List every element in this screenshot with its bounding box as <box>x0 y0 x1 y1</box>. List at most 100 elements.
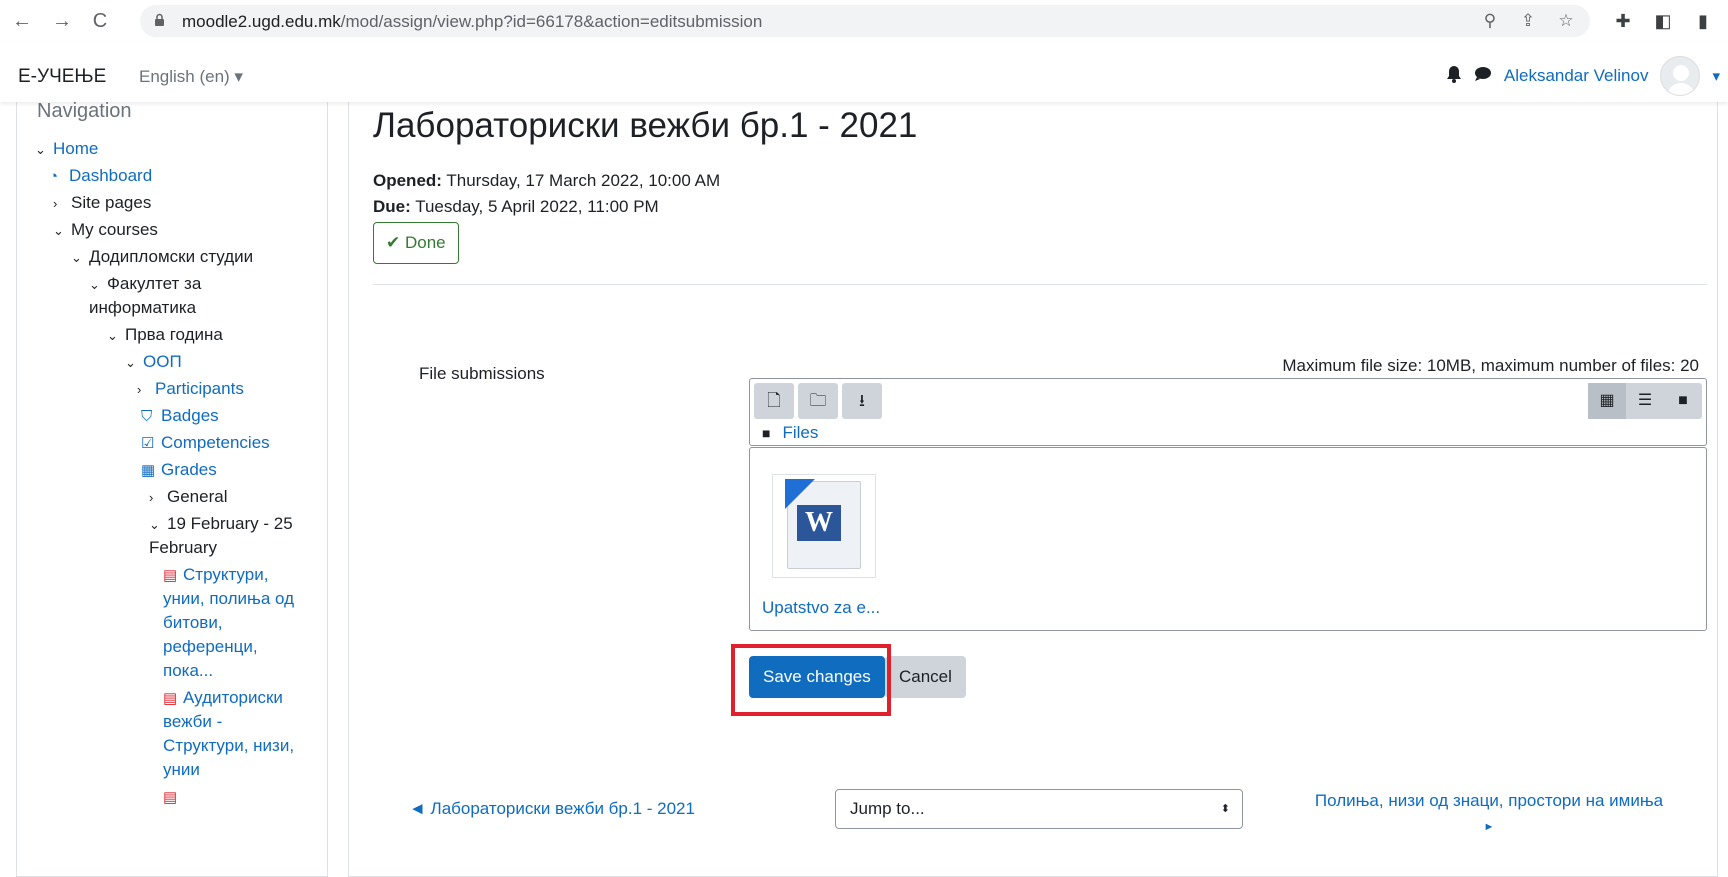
nav-my-courses-label: My courses <box>71 220 158 239</box>
browser-toolbar: ← → C moodle2.ugd.edu.mk/mod/assign/view… <box>0 0 1728 42</box>
nav-resource-label: Структури, <box>183 565 269 584</box>
nav-first-year[interactable]: ⌄ Прва година <box>107 322 223 349</box>
nav-resource-line5[interactable]: пока... <box>163 658 213 684</box>
nav-first-year-label: Прва година <box>125 325 223 344</box>
chevron-right-icon: › <box>137 382 142 397</box>
navigation-block: Navigation ⌄ Home ◔ Dashboard › Site pages … <box>16 96 328 877</box>
chevron-down-icon: ⌄ <box>125 355 136 370</box>
nav-competencies[interactable]: ☑ Competencies <box>141 430 270 457</box>
user-name[interactable]: Aleksandar Velinov <box>1504 66 1649 86</box>
site-header: Е-УЧЕЊЕ English (en) ▾ Aleksandar Velino… <box>0 42 1728 102</box>
language-menu[interactable]: English (en) ▾ <box>139 67 243 87</box>
file-name-link[interactable]: Upatstvo za e... <box>762 598 880 618</box>
nav-site-pages[interactable]: › Site pages <box>53 190 151 217</box>
view-mode-switcher: ▦ ☰ ■ <box>1588 383 1702 419</box>
next-link-text: Полиња, низи од знаци, простори на имиња <box>1314 791 1664 810</box>
share-icon[interactable]: ⇪ <box>1518 11 1538 31</box>
nav-week[interactable]: ⌄ 19 February - 25 <box>149 511 293 538</box>
nav-badges-label: Badges <box>161 406 219 425</box>
bookmark-star-icon[interactable]: ☆ <box>1556 11 1576 31</box>
dashboard-icon: ◔ <box>49 168 59 185</box>
file-submissions-label: File submissions <box>419 364 545 383</box>
nav-auditory-line2[interactable]: вежби - <box>163 709 222 735</box>
nav-resource-auditory[interactable]: ▤ Аудиториски <box>163 685 283 712</box>
opened-label: Opened: <box>373 171 442 190</box>
nav-resource-line3[interactable]: битови, <box>163 610 223 636</box>
due-label: Due: <box>373 197 411 216</box>
previous-activity-link[interactable]: ◄ Лабораториски вежби бр.1 - 2021 <box>409 799 695 819</box>
chevron-down-icon: ⌄ <box>107 328 118 343</box>
nav-resource-line2[interactable]: унии, полиња од <box>163 586 294 612</box>
nav-faculty[interactable]: ⌄ Факултет за <box>89 271 201 298</box>
nav-resource-structures[interactable]: ▤ Структури, <box>163 562 268 589</box>
reload-icon[interactable]: C <box>88 9 112 33</box>
nav-undergrad[interactable]: ⌄ Додипломски студии <box>71 244 253 271</box>
nav-competencies-label: Competencies <box>161 433 270 452</box>
download-icon[interactable]: ⭳ <box>842 383 882 419</box>
nav-week-line2[interactable]: February <box>149 535 217 561</box>
notifications-bell-icon[interactable] <box>1446 65 1462 87</box>
back-icon[interactable]: ← <box>10 9 34 33</box>
pdf-file-icon: ▤ <box>163 789 178 806</box>
nav-grades[interactable]: ▦ Grades <box>141 457 217 484</box>
nav-week-label: 19 February - 25 <box>167 514 293 533</box>
next-arrow-icon: ► <box>1483 821 1495 833</box>
profile-icon[interactable]: ▮ <box>1692 10 1714 32</box>
opened-value: Thursday, 17 March 2022, 10:00 AM <box>446 171 721 190</box>
nav-home[interactable]: ⌄ Home <box>35 136 98 163</box>
avatar[interactable] <box>1660 56 1701 96</box>
nav-participants[interactable]: › Participants <box>137 376 244 403</box>
highlight-box <box>731 644 891 716</box>
files-root-link[interactable]: Files <box>782 423 818 442</box>
nav-general-label: General <box>167 487 228 506</box>
forward-icon[interactable]: → <box>50 9 74 33</box>
nav-grades-label: Grades <box>161 460 217 479</box>
create-folder-icon[interactable]: 🗀 <box>798 383 838 419</box>
nav-site-pages-label: Site pages <box>71 193 152 212</box>
zoom-icon[interactable]: ⚲ <box>1480 11 1500 31</box>
site-brand[interactable]: Е-УЧЕЊЕ <box>18 66 106 88</box>
nav-auditory-label: Аудиториски <box>183 688 283 707</box>
nav-dashboard-label: Dashboard <box>69 166 153 185</box>
divider <box>373 284 1707 285</box>
file-path-breadcrumb: ■ Files <box>762 423 818 443</box>
nav-faculty-label: Факултет за <box>107 274 202 293</box>
url-host: moodle2.ugd.edu.mk <box>182 12 341 31</box>
due-value: Tuesday, 5 April 2022, 11:00 PM <box>415 197 659 216</box>
extensions-puzzle-icon[interactable]: ✚ <box>1612 10 1634 32</box>
url-text: moodle2.ugd.edu.mk/mod/assign/view.php?i… <box>182 12 762 32</box>
cancel-button[interactable]: Cancel <box>885 656 966 698</box>
nav-faculty-line2[interactable]: информатика <box>89 295 196 321</box>
add-file-icon[interactable]: 🗋 <box>754 383 794 419</box>
side-panel-icon[interactable]: ◧ <box>1652 10 1674 32</box>
nav-auditory-line3[interactable]: Структури, низи, <box>163 733 294 759</box>
done-status-button[interactable]: ✔ Done <box>373 222 459 264</box>
word-document-icon[interactable]: W <box>772 474 876 578</box>
file-drop-area[interactable]: W Upatstvo za e... <box>749 447 1707 631</box>
nav-badges[interactable]: ⛉ Badges <box>141 403 219 430</box>
nav-my-courses[interactable]: ⌄ My courses <box>53 217 158 244</box>
grades-table-icon: ▦ <box>141 462 156 479</box>
jump-to-select[interactable]: Jump to... ⬍ <box>835 789 1243 829</box>
nav-oop-label: ООП <box>143 352 182 371</box>
nav-participants-label: Participants <box>155 379 244 398</box>
nav-auditory-line4[interactable]: унии <box>163 757 200 783</box>
nav-general[interactable]: › General <box>149 484 227 511</box>
opened-date: Opened: Thursday, 17 March 2022, 10:00 A… <box>373 168 720 194</box>
main-content: Лабораториски вежби бр.1 - 2021 Opened: … <box>348 96 1718 877</box>
select-arrows-icon: ⬍ <box>1220 803 1230 815</box>
user-menu-caret-icon[interactable]: ▾ <box>1712 67 1720 85</box>
pdf-file-icon[interactable]: ▤ <box>163 784 183 811</box>
nav-resource-line4[interactable]: референци, <box>163 634 258 660</box>
file-manager-toolbar: 🗋 🗀 ⭳ ▦ ☰ ■ ■ Files <box>749 378 1707 446</box>
next-activity-link[interactable]: Полиња, низи од знаци, простори на имиња… <box>1289 788 1689 840</box>
extension-icons: ✚ ◧ ▮ <box>1612 10 1714 32</box>
nav-oop[interactable]: ⌄ ООП <box>125 349 182 376</box>
nav-dashboard[interactable]: ◔ Dashboard <box>49 163 152 190</box>
address-bar[interactable]: moodle2.ugd.edu.mk/mod/assign/view.php?i… <box>140 5 1590 37</box>
grid-view-icon[interactable]: ▦ <box>1588 383 1626 419</box>
list-view-icon[interactable]: ☰ <box>1626 383 1664 419</box>
badge-icon: ⛉ <box>141 408 153 425</box>
tree-view-folder-icon[interactable]: ■ <box>1664 383 1702 419</box>
messages-chat-icon[interactable] <box>1474 66 1492 87</box>
